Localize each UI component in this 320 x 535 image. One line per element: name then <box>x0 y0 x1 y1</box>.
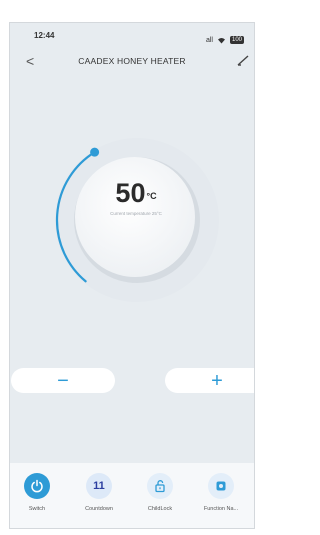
dial-knob <box>75 157 195 277</box>
function-icon <box>208 473 234 499</box>
signal-icon: all <box>205 36 213 44</box>
current-temperature: Current temperature 25°C <box>110 211 162 216</box>
battery-icon: 100 <box>229 36 244 44</box>
edit-icon[interactable] <box>236 53 250 67</box>
increase-button[interactable]: + <box>165 368 254 393</box>
set-temperature: 50°C <box>97 178 175 208</box>
dial-handle[interactable] <box>90 147 100 157</box>
countdown-value: 11 <box>93 480 105 492</box>
plus-icon: + <box>211 369 223 392</box>
minus-icon: − <box>57 369 69 392</box>
phone-screen: 12:44 all 100 < CAADEX HONEY HEATER 50°C… <box>9 22 255 529</box>
unlock-icon <box>147 473 173 499</box>
countdown-label: Countdown <box>85 506 113 512</box>
decrease-button[interactable]: − <box>11 368 115 393</box>
countdown-button[interactable]: 11 Countdown <box>74 473 124 512</box>
temp-value: 50 <box>115 178 146 208</box>
status-bar: 12:44 all 100 <box>10 23 254 45</box>
header: < CAADEX HONEY HEATER <box>10 51 254 73</box>
status-time: 12:44 <box>34 31 55 40</box>
function-button[interactable]: Function Na... <box>196 473 246 512</box>
function-label: Function Na... <box>203 506 239 512</box>
childlock-label: ChildLock <box>147 506 173 512</box>
bottom-toolbar: Switch 11 Countdown ChildLock Function N… <box>10 463 254 528</box>
wifi-icon <box>217 31 226 49</box>
switch-label: Switch <box>28 506 46 512</box>
childlock-button[interactable]: ChildLock <box>135 473 185 512</box>
countdown-icon: 11 <box>86 473 112 499</box>
temp-unit: °C <box>146 191 157 201</box>
temperature-dial[interactable] <box>50 133 224 307</box>
status-icons: all 100 <box>206 31 244 49</box>
page-title: CAADEX HONEY HEATER <box>78 56 186 66</box>
temperature-display: 50°C Current temperature 25°C <box>97 178 175 216</box>
switch-button[interactable]: Switch <box>12 473 62 512</box>
power-icon <box>24 473 50 499</box>
